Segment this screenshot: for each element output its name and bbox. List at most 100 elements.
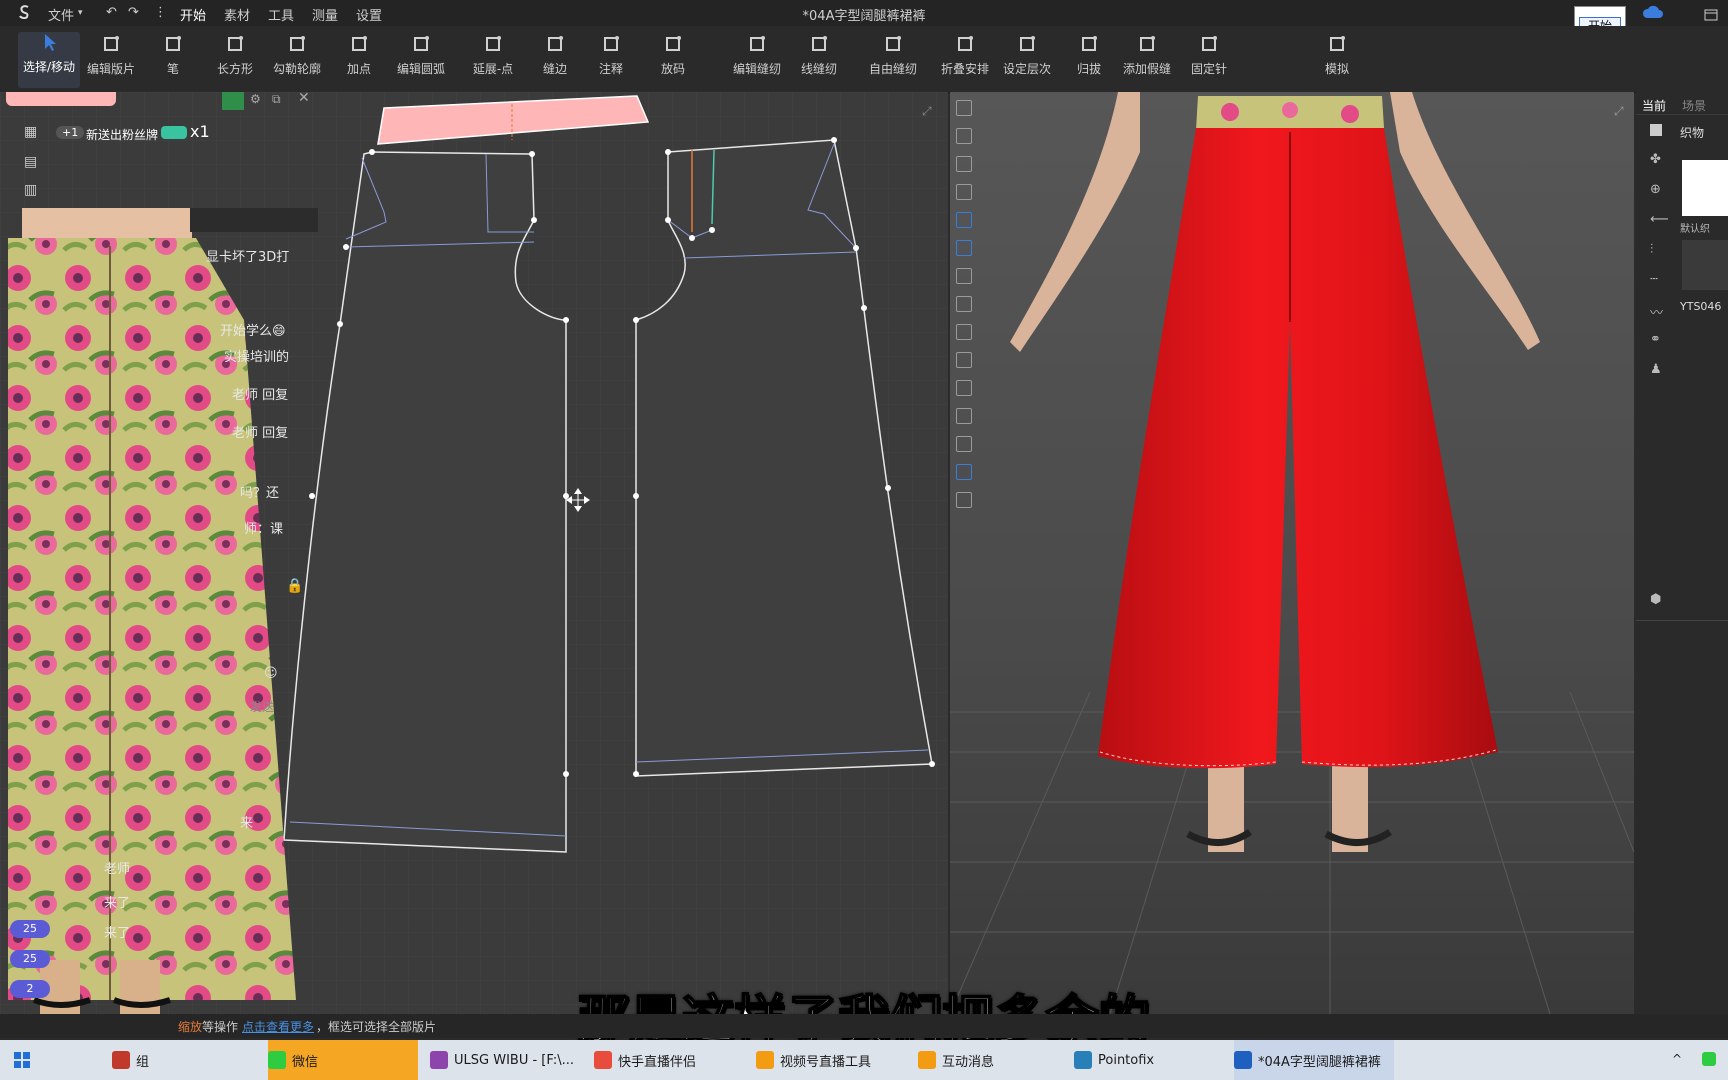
tool-segment-sewing[interactable]: 线缝纫: [788, 34, 850, 77]
3d-tool-icon[interactable]: [956, 324, 972, 340]
taskbar-item[interactable]: ULSG WIBU - [F:\...: [430, 1040, 590, 1080]
grading-icon: [662, 34, 684, 54]
windows-taskbar: 组 微信 ULSG WIBU - [F:\... 快手直播伴侣 视频号直播工具 互动消息 P…: [0, 1040, 1728, 1080]
taskbar-item[interactable]: 组: [112, 1040, 262, 1080]
topstitch-icon[interactable]: ┄: [1650, 272, 1658, 287]
chat-input-bar[interactable]: [190, 208, 318, 232]
3d-tool-icon[interactable]: [956, 212, 972, 228]
tool-free-sewing[interactable]: 自由缝纫: [862, 34, 924, 77]
toolbar: 选择/移动 编辑版片 笔 长方形 勾勒轮廓 加点 编辑圆弧 延展-点 缝边 注释 放码 编辑缝纫 线缝纫…: [0, 26, 1728, 93]
segment-sewing-icon: [808, 34, 830, 54]
tool-edit-pattern[interactable]: 编辑版片: [80, 34, 142, 77]
close-icon[interactable]: ✕: [298, 90, 310, 106]
taskbar-item[interactable]: *04A字型阔腿裤裙裤: [1234, 1040, 1394, 1080]
tool-add-point[interactable]: 加点: [328, 34, 390, 77]
bond-icon[interactable]: ⚭: [1650, 332, 1661, 347]
tray-chevron-icon[interactable]: ^: [1672, 1052, 1682, 1066]
pen-icon: [162, 34, 184, 54]
tool-label: 勾勒轮廓: [272, 62, 321, 76]
settings-icon[interactable]: ⚙: [250, 92, 261, 106]
fabric-swatch[interactable]: [1682, 240, 1728, 290]
taskbar-item[interactable]: 快手直播伴侣: [594, 1040, 754, 1080]
taskbar-app-icon: [430, 1051, 448, 1069]
tool-label: 归拔: [1076, 62, 1101, 76]
grid-icon[interactable]: ▥: [24, 182, 37, 198]
send-placeholder[interactable]: 发送: [250, 698, 274, 715]
level-badge: 25: [10, 920, 50, 938]
tool-grading[interactable]: 放码: [642, 34, 704, 77]
taskbar-item[interactable]: Pointofix: [1074, 1040, 1224, 1080]
window-layout-icon[interactable]: [1704, 6, 1718, 25]
3d-tool-icon[interactable]: [956, 436, 972, 452]
3d-tool-icon[interactable]: [956, 184, 972, 200]
button-icon[interactable]: ✤: [1650, 152, 1661, 167]
3d-tool-icon[interactable]: [956, 492, 972, 508]
tool-label: 编辑缝纫: [732, 62, 781, 76]
taskbar-item[interactable]: 视频号直播工具: [756, 1040, 916, 1080]
cloud-icon[interactable]: [1642, 4, 1664, 24]
zipper-icon[interactable]: ⫶: [1650, 242, 1653, 257]
taskbar-item[interactable]: 互动消息: [918, 1040, 1068, 1080]
3d-tool-icon[interactable]: [956, 352, 972, 368]
pattern-2d-view[interactable]: ⤢ ⚙ ⧉ ✕ ▦ +1 新送出粉丝牌 x1 ▤ ▥ 显卡坏了3D打 开始学么😄…: [0, 90, 948, 1014]
3d-tool-icon[interactable]: [956, 296, 972, 312]
windows-start-icon[interactable]: [14, 1052, 30, 1072]
lock-icon[interactable]: 🔒: [286, 578, 303, 594]
pink-tab: [6, 92, 116, 106]
tool-label: 添加假缝: [1122, 62, 1171, 76]
fabric-icon[interactable]: [1650, 124, 1662, 136]
avatar-icon[interactable]: ♟: [1650, 362, 1662, 377]
3d-tool-icon[interactable]: [956, 100, 972, 116]
tool-label: 折叠安排: [940, 62, 989, 76]
stitch-icon[interactable]: 〰: [1650, 302, 1663, 321]
tool-trace-outline[interactable]: 勾勒轮廓: [266, 34, 328, 77]
shrink-icon: [1078, 34, 1100, 54]
tool-shrink[interactable]: 归拔: [1058, 34, 1120, 77]
tool-edit-curve[interactable]: 编辑圆弧: [390, 34, 452, 77]
tool-annotation[interactable]: 注释: [580, 34, 642, 77]
3d-tool-icon[interactable]: [956, 156, 972, 172]
level-badge: 25: [10, 950, 50, 968]
tool-seam-allowance[interactable]: 缝边: [524, 34, 586, 77]
lock-icon[interactable]: [222, 92, 244, 110]
3d-tool-icon[interactable]: [956, 240, 972, 256]
cube-icon[interactable]: ⬢: [1650, 592, 1661, 607]
grid-toggle-icon[interactable]: ▦: [24, 124, 37, 140]
tool-add-tack[interactable]: 添加假缝: [1116, 34, 1178, 77]
tool-pen[interactable]: 笔: [142, 34, 204, 77]
line-icon[interactable]: ⟵: [1650, 212, 1669, 227]
3d-scene[interactable]: [949, 92, 1635, 1015]
edit-curve-icon: [410, 34, 432, 54]
3d-tool-icon[interactable]: [956, 408, 972, 424]
tool-fold-arrange[interactable]: 折叠安排: [934, 34, 996, 77]
tool-edit-sewing[interactable]: 编辑缝纫: [726, 34, 788, 77]
emoji-icon[interactable]: ☺: [264, 666, 278, 681]
tool-set-layer[interactable]: 设定层次: [996, 34, 1058, 77]
tool-extend-point[interactable]: 延展-点: [462, 34, 524, 77]
target-icon[interactable]: ⊕: [1650, 182, 1661, 197]
tab-current[interactable]: 当前: [1642, 97, 1666, 114]
tool-simulate[interactable]: 模拟: [1306, 34, 1368, 77]
tray-app-icon[interactable]: [1702, 1052, 1716, 1066]
tool-label: 延展-点: [472, 62, 514, 76]
taskbar-label: 组: [136, 1054, 150, 1070]
maximize-icon[interactable]: ⤢: [922, 104, 932, 119]
fabric-swatch[interactable]: [1682, 160, 1728, 216]
3d-tool-icon[interactable]: [956, 268, 972, 284]
3d-tool-icon[interactable]: [956, 128, 972, 144]
fabric-label: 织物: [1680, 126, 1705, 140]
tool-select-arrow[interactable]: 选择/移动: [18, 32, 80, 88]
popout-icon[interactable]: ⧉: [272, 92, 281, 107]
tab-scene[interactable]: 场景: [1682, 97, 1706, 114]
tool-pin[interactable]: 固定针: [1178, 34, 1240, 77]
3d-tool-icon[interactable]: [956, 380, 972, 396]
taskbar-item[interactable]: 微信: [268, 1040, 418, 1080]
edit-pattern-icon: [100, 34, 122, 54]
maximize-icon[interactable]: ⤢: [1614, 104, 1624, 119]
3d-tool-icon[interactable]: [956, 464, 972, 480]
table-icon[interactable]: ▤: [24, 154, 37, 170]
avatar-3d-view[interactable]: ⤢: [949, 92, 1635, 1015]
taskbar-label: 微信: [292, 1054, 319, 1070]
status-help-link[interactable]: 点击查看更多: [242, 1018, 314, 1035]
tool-rectangle[interactable]: 长方形: [204, 34, 266, 77]
